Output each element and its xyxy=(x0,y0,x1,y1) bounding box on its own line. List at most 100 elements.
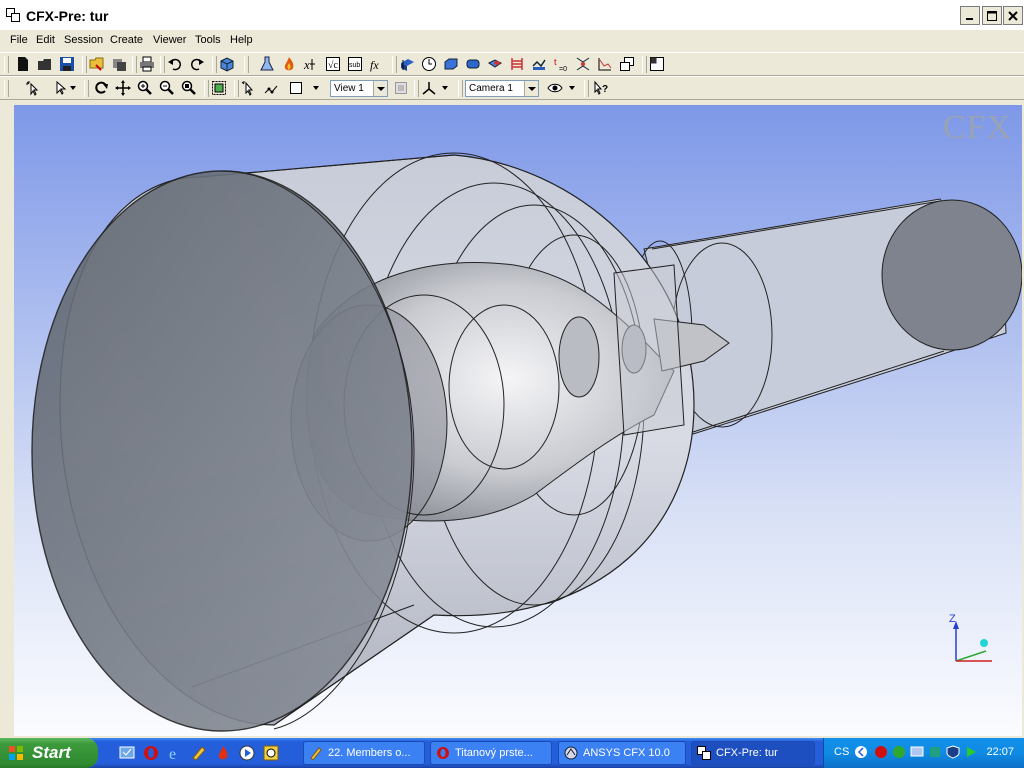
export-button[interactable] xyxy=(110,55,129,74)
view-sync-button[interactable] xyxy=(392,79,411,98)
task-button-ansys[interactable]: ANSYS CFX 10.0 xyxy=(558,741,686,765)
zoom-box-button[interactable] xyxy=(158,79,177,98)
rotate-button[interactable] xyxy=(92,79,111,98)
write-solver-button[interactable] xyxy=(618,55,637,74)
window-title: CFX-Pre: tur xyxy=(26,8,109,24)
context-help-button[interactable]: ? xyxy=(592,79,611,98)
mesh-adaption-button[interactable] xyxy=(574,55,593,74)
open-button[interactable] xyxy=(36,55,55,74)
menu-viewer[interactable]: Viewer xyxy=(153,34,186,46)
tray-app-icon[interactable] xyxy=(928,745,942,759)
edge-probe-button[interactable] xyxy=(262,79,281,98)
material-button[interactable] xyxy=(258,55,277,74)
visibility-dropdown[interactable] xyxy=(569,86,575,90)
3d-viewer[interactable]: CFX Z xyxy=(14,105,1022,736)
main-toolbar: x √c sub fx t =0 xyxy=(0,52,1024,76)
monitor-button[interactable] xyxy=(596,55,615,74)
output-control-icon: t=0 xyxy=(554,57,567,72)
solver-control-button[interactable] xyxy=(530,55,549,74)
task-button-titanovy[interactable]: Titanový prste... xyxy=(430,741,552,765)
windows-stack-icon xyxy=(620,57,634,71)
minimize-button[interactable] xyxy=(960,6,980,25)
save-button[interactable] xyxy=(58,55,77,74)
language-indicator[interactable]: CS xyxy=(834,746,849,758)
axis-z-label: Z xyxy=(949,613,956,625)
output-control-button[interactable]: t =0 xyxy=(552,55,571,74)
toolbar-grip[interactable] xyxy=(4,80,9,97)
clock: 22:07 xyxy=(986,746,1014,758)
flask-icon xyxy=(260,56,274,71)
subroutine-button[interactable]: sub xyxy=(346,55,365,74)
expression-icon: x xyxy=(303,57,315,72)
boundary-button[interactable] xyxy=(442,55,461,74)
quicklaunch-flame-icon[interactable] xyxy=(214,744,232,762)
menu-edit[interactable]: Edit xyxy=(36,34,55,46)
quicklaunch-media-icon[interactable] xyxy=(238,744,256,762)
user-function-button[interactable]: fx xyxy=(368,55,387,74)
quicklaunch-opera-icon[interactable] xyxy=(142,744,160,762)
function-button[interactable]: √c xyxy=(324,55,343,74)
quicklaunch-desktop-icon[interactable] xyxy=(118,744,136,762)
monitor-icon xyxy=(598,58,612,71)
tray-network-icon[interactable] xyxy=(892,745,906,759)
render-mode-dropdown[interactable] xyxy=(313,86,319,90)
initialization-button[interactable] xyxy=(508,55,527,74)
pick-mode-dropdown[interactable] xyxy=(70,86,76,90)
axis-orientation-dropdown[interactable] xyxy=(442,86,448,90)
window-layout-button[interactable] xyxy=(648,55,667,74)
highlight-icon xyxy=(212,81,226,95)
highlight-button[interactable] xyxy=(210,79,229,98)
toolbar-separator xyxy=(160,56,165,73)
toolbar-grip[interactable] xyxy=(4,56,9,73)
menu-file[interactable]: File xyxy=(10,34,28,46)
zoom-button[interactable] xyxy=(136,79,155,98)
pan-button[interactable] xyxy=(114,79,133,98)
new-button[interactable] xyxy=(14,55,33,74)
render-mode-button[interactable] xyxy=(287,79,306,98)
select-button[interactable] xyxy=(24,79,43,98)
task-button-cfx-pre[interactable]: CFX-Pre: tur xyxy=(691,741,815,765)
axis-orientation-button[interactable] xyxy=(420,79,439,98)
print-button[interactable] xyxy=(138,55,157,74)
quicklaunch-app-icon[interactable] xyxy=(190,744,208,762)
expression-button[interactable]: x xyxy=(302,55,321,74)
menu-session[interactable]: Session xyxy=(64,34,103,46)
reaction-button[interactable] xyxy=(280,55,299,74)
quicklaunch-clock-icon[interactable] xyxy=(262,744,280,762)
close-button[interactable] xyxy=(1003,6,1023,25)
timestep-button[interactable] xyxy=(420,55,439,74)
view-select[interactable]: View 1 xyxy=(330,80,388,97)
domain-button[interactable] xyxy=(398,55,417,74)
tray-opera-icon[interactable] xyxy=(874,745,888,759)
pick-mode-button[interactable] xyxy=(52,79,71,98)
svg-text:fx: fx xyxy=(370,58,379,72)
visibility-button[interactable] xyxy=(546,79,565,98)
toolbar-separator xyxy=(204,80,209,97)
tray-shield-icon[interactable] xyxy=(946,745,960,759)
quicklaunch-ie-icon[interactable]: e xyxy=(166,744,184,762)
interface-button[interactable] xyxy=(464,55,483,74)
tray-monitor-icon[interactable] xyxy=(910,745,924,759)
task-button-members[interactable]: 22. Members o... xyxy=(303,741,425,765)
open-icon xyxy=(38,59,51,70)
fit-view-button[interactable] xyxy=(180,79,199,98)
svg-text:=0: =0 xyxy=(559,66,567,72)
menu-help[interactable]: Help xyxy=(230,34,253,46)
tray-play-icon[interactable] xyxy=(964,745,978,759)
geometry-button[interactable] xyxy=(218,55,237,74)
maximize-button[interactable] xyxy=(982,6,1002,25)
import-button[interactable] xyxy=(88,55,107,74)
redo-icon xyxy=(190,58,204,71)
menu-tools[interactable]: Tools xyxy=(195,34,221,46)
svg-text:sub: sub xyxy=(349,62,360,69)
camera-select[interactable]: Camera 1 xyxy=(465,80,539,97)
start-button[interactable]: Start xyxy=(0,738,98,768)
menu-create[interactable]: Create xyxy=(110,34,143,46)
redo-button[interactable] xyxy=(188,55,207,74)
undo-button[interactable] xyxy=(166,55,185,74)
probe-button[interactable] xyxy=(240,79,259,98)
subdomain-button[interactable] xyxy=(486,55,505,74)
pan-icon xyxy=(115,80,131,96)
tray-collapse-icon[interactable] xyxy=(854,745,868,759)
chevron-down-icon xyxy=(373,81,387,96)
